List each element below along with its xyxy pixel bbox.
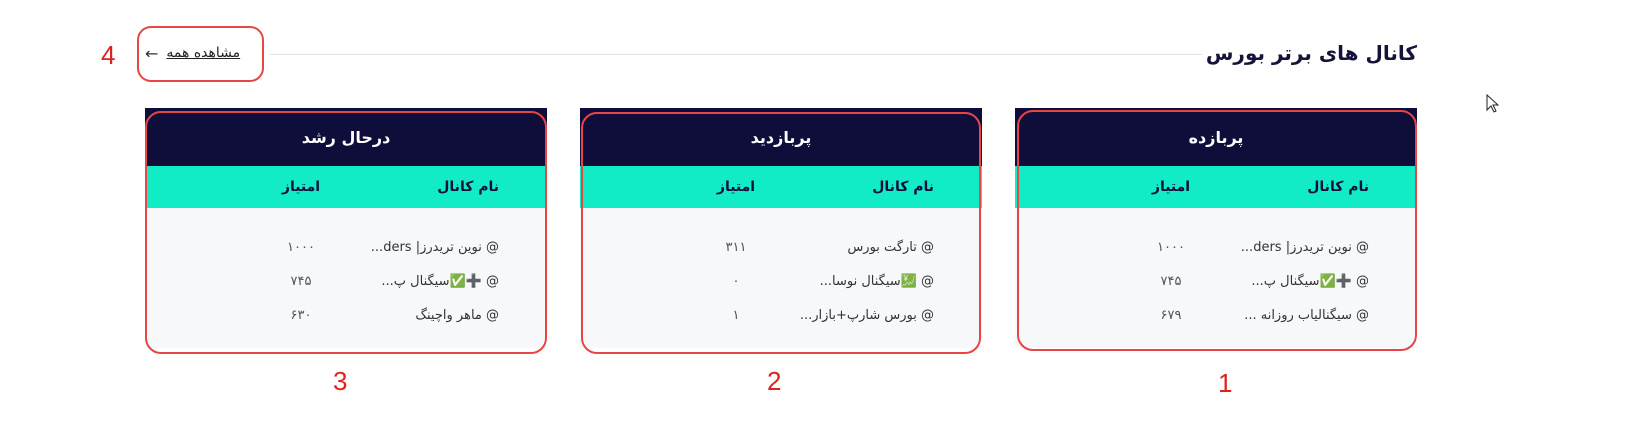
highlight-box-card-2 xyxy=(581,112,981,354)
section-header: کانال های برتر بورس ← مشاهده همه xyxy=(145,36,1417,70)
header-divider xyxy=(270,54,1202,55)
annotation-2: 2 xyxy=(767,366,782,396)
section-title: کانال های برتر بورس xyxy=(1205,41,1417,65)
highlight-box-see-all xyxy=(137,26,264,82)
annotation-1: 1 xyxy=(1218,368,1233,398)
annotation-3: 3 xyxy=(333,366,348,396)
annotation-4: 4 xyxy=(101,40,116,70)
highlight-box-card-1 xyxy=(1017,110,1417,351)
highlight-box-card-3 xyxy=(145,111,547,354)
mouse-cursor-icon xyxy=(1486,94,1500,113)
